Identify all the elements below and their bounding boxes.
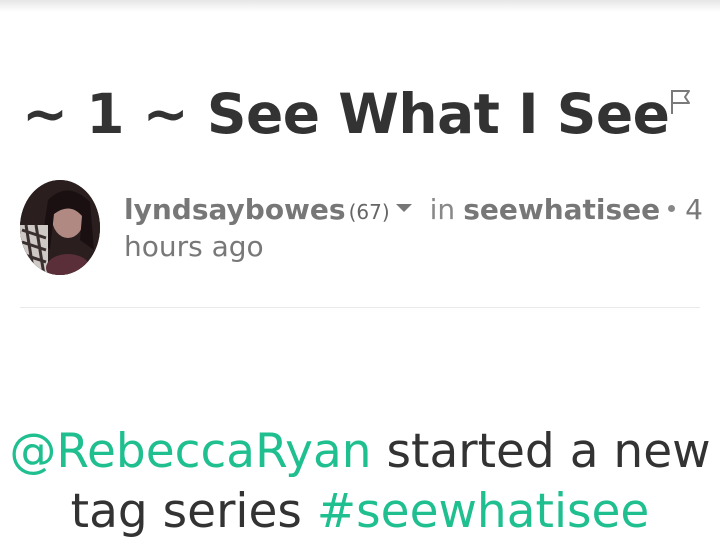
hashtag-link[interactable]: #seewhatisee bbox=[317, 484, 650, 539]
caret-down-icon[interactable] bbox=[395, 204, 412, 212]
author-name[interactable]: lyndsaybowes bbox=[124, 193, 346, 226]
avatar-image bbox=[20, 180, 100, 275]
body-text-1: started a new bbox=[371, 424, 711, 479]
post-body: @RebeccaRyan started a new tag series #s… bbox=[0, 422, 720, 542]
top-bar-shadow bbox=[0, 0, 720, 12]
separator-dot bbox=[668, 204, 676, 212]
post-time-number: 4 bbox=[685, 193, 703, 226]
flag-icon[interactable] bbox=[669, 89, 693, 115]
in-label: in bbox=[429, 193, 456, 226]
post-time: hours ago bbox=[124, 230, 264, 263]
author-avatar[interactable] bbox=[20, 180, 100, 275]
user-mention-link[interactable]: @RebeccaRyan bbox=[9, 424, 371, 479]
post-title: ~ 1 ~ See What I See bbox=[22, 82, 670, 146]
body-text-2: tag series bbox=[70, 484, 317, 539]
category-link[interactable]: seewhatisee bbox=[463, 193, 660, 226]
post-meta: lyndsaybowes (67) in seewhatisee 4 bbox=[124, 193, 703, 226]
author-reputation: (67) bbox=[348, 200, 390, 224]
divider bbox=[20, 307, 700, 308]
